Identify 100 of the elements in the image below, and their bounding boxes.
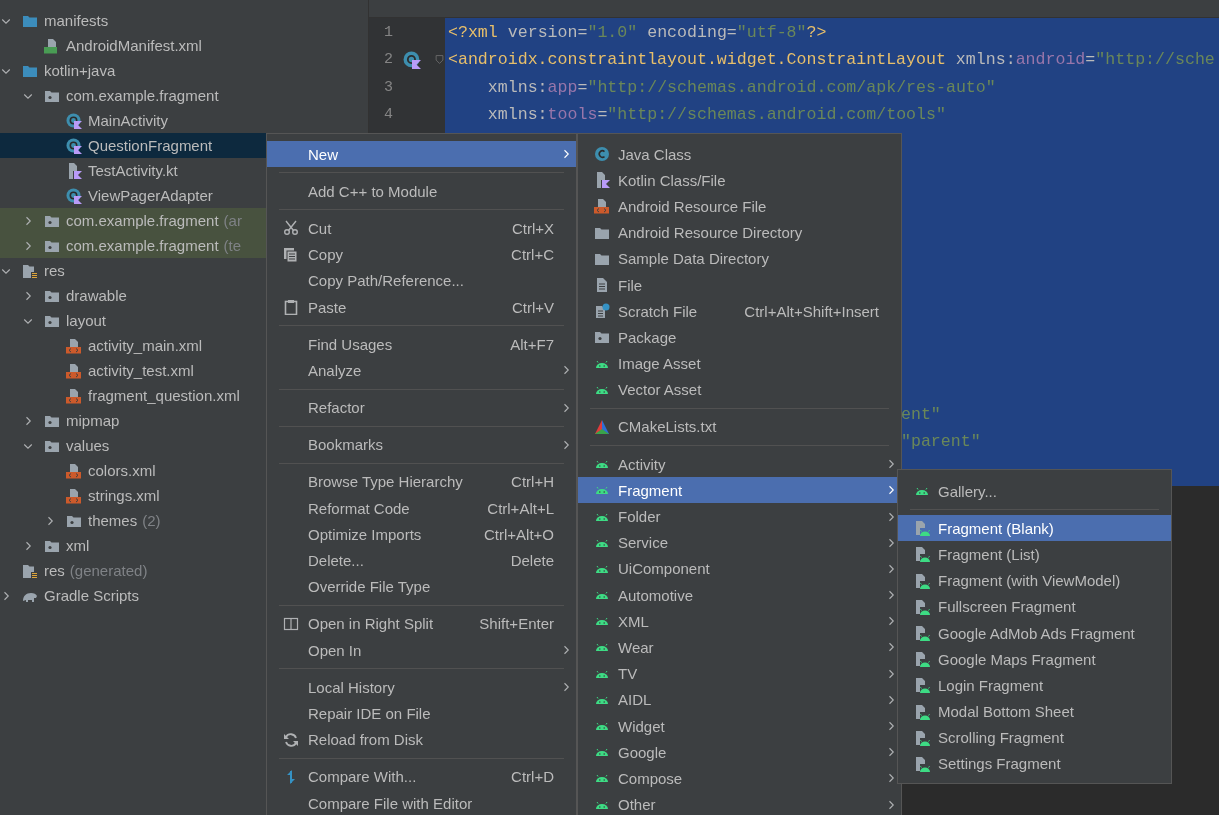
menu-item[interactable]: Repair IDE on File: [267, 700, 576, 727]
resource-folder-icon: [22, 262, 38, 279]
manifest-file-icon: [44, 37, 60, 54]
menu-item[interactable]: Compare With... Ctrl+D: [267, 763, 576, 790]
menu-item[interactable]: Gallery...: [898, 478, 1171, 505]
tree-item[interactable]: MainActivity: [0, 108, 368, 133]
android-file-icon: [914, 625, 930, 642]
android-file-icon: [914, 546, 930, 563]
xml-file-icon: [66, 462, 82, 479]
menu-item[interactable]: Android Resource File: [578, 193, 901, 220]
menu-item[interactable]: Image Asset: [578, 350, 901, 377]
menu-item[interactable]: Compose: [578, 765, 901, 792]
menu-item[interactable]: Google AdMob Ads Fragment: [898, 619, 1171, 647]
tree-item[interactable]: manifests: [0, 8, 368, 33]
menu-item[interactable]: XML: [578, 608, 901, 635]
menu-item[interactable]: Analyze: [267, 357, 576, 384]
menu-item[interactable]: Package: [578, 324, 901, 351]
menu-item[interactable]: Delete... Delete: [267, 547, 576, 574]
reload-icon: [283, 731, 299, 748]
menu-item[interactable]: Settings Fragment: [898, 750, 1171, 778]
menu-item[interactable]: Modal Bottom Sheet: [898, 698, 1171, 725]
android-file-icon: [914, 651, 930, 668]
menu-item[interactable]: Browse Type Hierarchy Ctrl+H: [267, 468, 576, 496]
xml-file-icon: [594, 198, 610, 215]
menu-item[interactable]: Reload from Disk: [267, 726, 576, 753]
menu-item[interactable]: Java Class: [578, 141, 901, 168]
shortcut-label: Delete: [510, 552, 554, 570]
shortcut-label: Ctrl+Alt+L: [487, 499, 554, 517]
android-file-icon: [914, 520, 930, 537]
shortcut-label: Ctrl+H: [511, 473, 554, 491]
menu-item[interactable]: Service: [578, 529, 901, 556]
fold-icon: [435, 54, 444, 66]
menu-item[interactable]: Scratch File Ctrl+Alt+Shift+Insert: [578, 298, 901, 325]
code-line: "parent": [901, 431, 981, 454]
android-file-icon: [914, 598, 930, 615]
line-number: 3: [383, 78, 393, 96]
menu-item[interactable]: Bookmarks: [267, 431, 576, 458]
menu-item[interactable]: New: [267, 141, 576, 168]
menu-item[interactable]: Login Fragment: [898, 672, 1171, 699]
kotlin-class-icon: [66, 187, 82, 204]
xml-file-icon: [66, 362, 82, 379]
scratch-file-icon: [594, 303, 610, 320]
tree-item[interactable]: AndroidManifest.xml: [0, 33, 368, 58]
menu-item[interactable]: Override File Type: [267, 573, 576, 600]
kotlin-class-icon: [66, 137, 82, 154]
menu-item[interactable]: File: [578, 271, 901, 299]
menu-item[interactable]: Scrolling Fragment: [898, 724, 1171, 751]
code-line: xmlns:tools="http://schemas.android.com/tools": [486, 103, 946, 126]
menu-item[interactable]: Open In: [267, 637, 576, 664]
file-icon: [594, 277, 610, 294]
menu-item[interactable]: Refactor: [267, 394, 576, 421]
menu-item[interactable]: Reformat Code Ctrl+Alt+L: [267, 495, 576, 522]
menu-item[interactable]: Google: [578, 739, 901, 766]
clipboard-icon: [283, 299, 299, 316]
menu-item[interactable]: Sample Data Directory: [578, 245, 901, 272]
menu-item[interactable]: Activity: [578, 451, 901, 478]
menu-item[interactable]: Widget: [578, 712, 901, 740]
menu-item[interactable]: Fullscreen Fragment: [898, 593, 1171, 620]
resource-folder-icon: [22, 562, 38, 579]
menu-item[interactable]: Compare File with Editor: [267, 789, 576, 815]
shortcut-label: Ctrl+D: [511, 768, 554, 786]
menu-item[interactable]: Local History: [267, 674, 576, 701]
menu-item[interactable]: CMakeLists.txt: [578, 413, 901, 441]
menu-item[interactable]: AIDL: [578, 686, 901, 713]
menu-item[interactable]: Folder: [578, 503, 901, 530]
kotlin-class-icon: [403, 50, 421, 69]
package-icon: [594, 329, 610, 346]
split-view-icon: [283, 615, 299, 632]
menu-item[interactable]: Kotlin Class/File: [578, 167, 901, 194]
line-number: 2: [383, 51, 393, 69]
menu-item[interactable]: Fragment (List): [898, 541, 1171, 568]
class-icon: [594, 146, 610, 163]
shortcut-label: Shift+Enter: [479, 615, 554, 633]
menu-item[interactable]: Google Maps Fragment: [898, 646, 1171, 673]
menu-item[interactable]: Copy Path/Reference...: [267, 267, 576, 294]
tree-item[interactable]: com.example.fragment: [0, 83, 368, 108]
menu-item[interactable]: Android Resource Directory: [578, 219, 901, 246]
menu-item[interactable]: Optimize Imports Ctrl+Alt+O: [267, 521, 576, 548]
xml-file-icon: [66, 487, 82, 504]
menu-item[interactable]: Add C++ to Module: [267, 178, 576, 205]
menu-item[interactable]: UiComponent: [578, 555, 901, 582]
menu-item[interactable]: Fragment (Blank): [898, 515, 1171, 542]
code-line: <androidx.constraintlayout.widget.ConstraintLayout xmlns:android="http://sche: [448, 49, 1215, 72]
menu-item[interactable]: Fragment (with ViewModel): [898, 567, 1171, 594]
kotlin-class-icon: [66, 112, 82, 129]
shortcut-label: Ctrl+C: [511, 246, 554, 264]
shortcut-label: Alt+F7: [510, 335, 554, 353]
scissors-icon: [283, 220, 299, 237]
menu-item[interactable]: Wear: [578, 634, 901, 661]
menu-item[interactable]: Automotive: [578, 582, 901, 609]
menu-item[interactable]: Paste Ctrl+V: [267, 293, 576, 321]
menu-item[interactable]: Find Usages Alt+F7: [267, 331, 576, 358]
menu-item[interactable]: TV: [578, 660, 901, 687]
menu-item[interactable]: Other: [578, 791, 901, 815]
line-number: 4: [383, 106, 393, 124]
triangle-icon: [594, 418, 610, 435]
menu-item[interactable]: Open in Right Split Shift+Enter: [267, 610, 576, 637]
shortcut-label: Ctrl+Alt+Shift+Insert: [744, 302, 879, 320]
tree-item[interactable]: kotlin+java: [0, 58, 368, 83]
menu-item[interactable]: Vector Asset: [578, 376, 901, 403]
